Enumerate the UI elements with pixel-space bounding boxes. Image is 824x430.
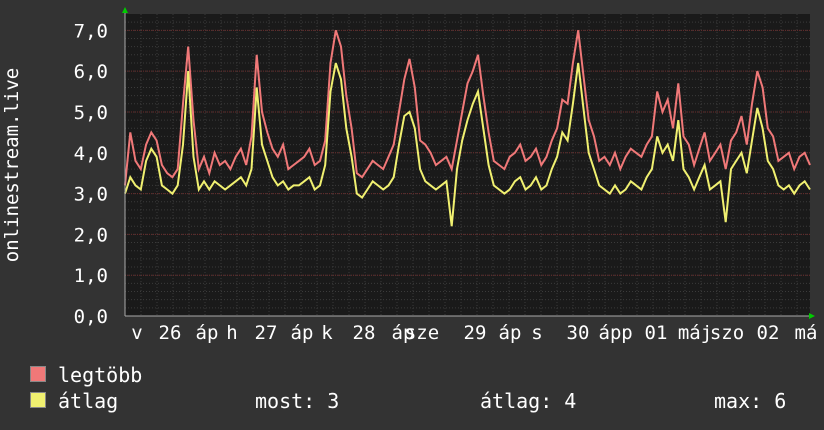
x-tick-label: 02 — [757, 322, 780, 344]
legend-swatch-avg — [30, 392, 46, 408]
x-tick-label: 29 — [464, 322, 487, 344]
x-axis-arrow — [809, 313, 815, 319]
x-tick-label: p — [621, 322, 632, 344]
legend-label-avg: átlag — [58, 389, 119, 413]
x-tick-label: szo — [710, 322, 744, 344]
x-tick-label: áp — [499, 322, 522, 344]
legend-swatch-max — [30, 366, 46, 382]
x-tick-label: sze — [405, 322, 439, 344]
y-tick-label: 4,0 — [74, 143, 108, 165]
chart: 0,01,02,03,04,05,06,07,0 v 26 áp h 27 áp k 28 áp… — [1, 7, 817, 344]
y-axis-label: onlinestream.live — [1, 68, 23, 262]
stat-max: max: 6 — [714, 389, 787, 413]
y-tick-label: 2,0 — [74, 224, 108, 246]
y-tick-label: 3,0 — [74, 184, 108, 206]
x-tick-label: 28 — [353, 322, 376, 344]
x-tick-label: áp — [196, 322, 219, 344]
y-tick-label: 0,0 — [74, 306, 108, 328]
x-tick-label: áp — [599, 322, 622, 344]
x-tick-label: áp — [291, 322, 314, 344]
x-tick-label: máj — [678, 322, 712, 344]
y-tick-label: 1,0 — [74, 265, 108, 287]
y-tick-label: 6,0 — [74, 61, 108, 83]
x-tick-label: k — [321, 322, 333, 344]
x-tick-labels: v 26 áp h 27 áp k 28 ápsze 29 áp s 30 áp p 01 májszo 02 má — [131, 322, 817, 344]
x-tick-label: 27 — [255, 322, 278, 344]
y-tick-label: 5,0 — [74, 102, 108, 124]
legend-row-max: legtöbb — [30, 362, 810, 388]
stat-average: átlag: 4 — [480, 389, 577, 413]
x-tick-label: h — [226, 322, 237, 344]
x-tick-label: má — [795, 322, 818, 344]
legend-label-max: legtöbb — [58, 363, 143, 387]
y-axis-arrow — [122, 7, 128, 13]
y-tick-labels: 0,0 1,0 2,0 3,0 4,0 5,0 6,0 7,0 — [74, 20, 108, 328]
x-tick-label: v — [131, 322, 142, 344]
stat-now: most: 3 — [255, 389, 340, 413]
x-tick-label: 30 — [567, 322, 590, 344]
legend: legtöbb átlag most: 3 átlag: 4 max: 6 — [30, 362, 810, 414]
y-tick-label: 7,0 — [74, 20, 108, 42]
x-tick-label: 01 — [645, 322, 668, 344]
legend-row-avg: átlag most: 3 átlag: 4 max: 6 — [30, 388, 810, 414]
x-tick-label: 26 — [159, 322, 182, 344]
x-tick-label: s — [531, 322, 542, 344]
